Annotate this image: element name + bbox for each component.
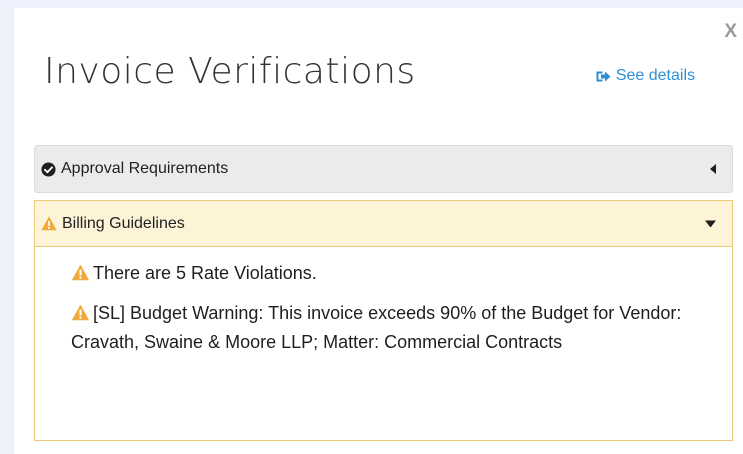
invoice-verifications-panel: X Invoice Verifications See details Appr… (14, 8, 743, 454)
see-details-link[interactable]: See details (596, 67, 695, 85)
warning-icon (71, 304, 90, 321)
page-title: Invoice Verifications (44, 51, 416, 92)
close-button[interactable]: X (724, 22, 737, 41)
sign-out-icon (596, 71, 611, 81)
caret-left-icon (710, 164, 716, 174)
caret-down-icon (705, 220, 716, 227)
approval-requirements-header[interactable]: Approval Requirements (34, 145, 733, 193)
violation-item: There are 5 Rate Violations. (71, 259, 718, 288)
violation-text: There are 5 Rate Violations. (93, 263, 317, 283)
warning-icon (71, 264, 90, 281)
approval-requirements-label: Approval Requirements (61, 160, 229, 177)
verification-accordion: Approval Requirements Billing Guidelines (34, 145, 733, 441)
warning-icon (41, 216, 57, 231)
see-details-label: See details (615, 67, 695, 84)
violation-item: [SL] Budget Warning: This invoice exceed… (71, 299, 718, 357)
check-circle-icon (41, 161, 56, 177)
billing-guidelines-header[interactable]: Billing Guidelines (34, 200, 733, 247)
billing-guidelines-body: There are 5 Rate Violations. [SL] Budget… (34, 247, 733, 441)
violation-text: [SL] Budget Warning: This invoice exceed… (71, 303, 682, 352)
billing-guidelines-label: Billing Guidelines (62, 214, 185, 232)
